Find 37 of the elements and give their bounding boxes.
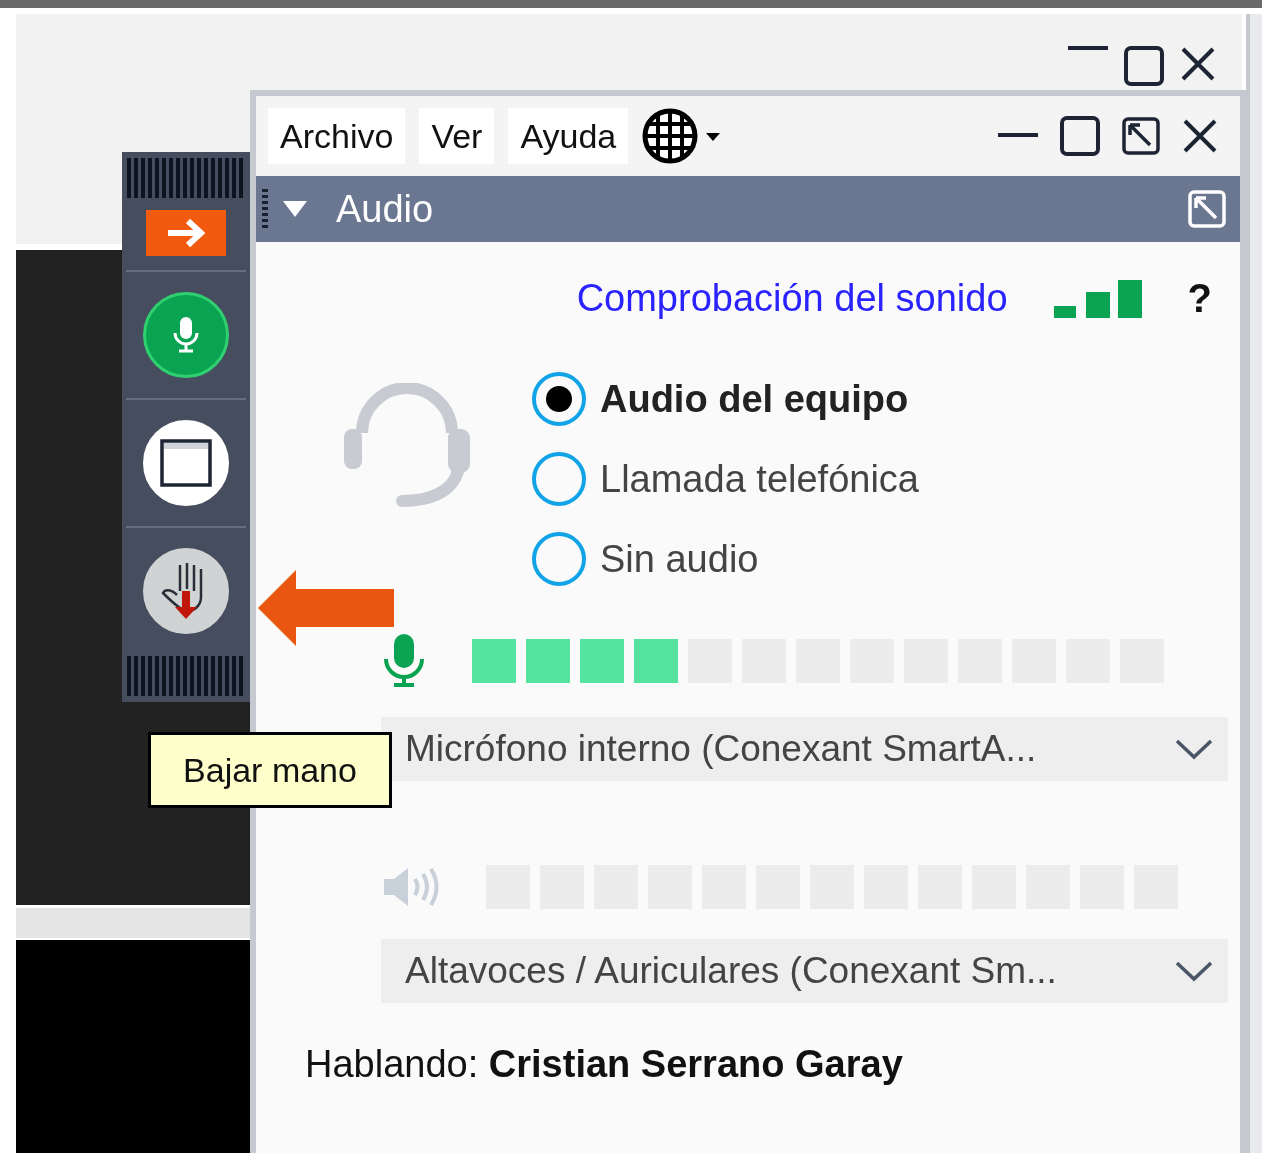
microphone-dropdown[interactable]: Micrófono interno (Conexant SmartA... [381, 717, 1228, 781]
signal-bars-icon [1053, 279, 1142, 318]
microphone-icon [171, 315, 201, 355]
grip-handle[interactable] [127, 656, 245, 696]
radio-button[interactable] [532, 372, 586, 426]
speaking-status: Hablando: Cristian Serrano Garay [304, 1042, 904, 1086]
speaker-dropdown[interactable]: Altavoces / Auriculares (Conexant Sm... [381, 939, 1228, 1003]
radio-button[interactable] [532, 532, 586, 586]
window-icon [160, 439, 212, 487]
radio-label: Audio del equipo [600, 377, 909, 421]
caret-down-icon [282, 200, 308, 218]
close-icon[interactable] [1180, 46, 1216, 82]
section-header[interactable]: Audio [256, 176, 1240, 242]
chevron-down-icon [1174, 738, 1214, 760]
menu-item[interactable]: Archivo [268, 108, 406, 164]
close-icon[interactable] [1182, 118, 1218, 154]
radio-label: Llamada telefónica [600, 457, 919, 501]
help-icon[interactable]: ? [1187, 276, 1212, 321]
microphone-icon [382, 633, 426, 689]
menu-item[interactable]: Ayuda [508, 108, 629, 164]
popout-icon[interactable] [1122, 117, 1160, 155]
speaker-icon [382, 865, 440, 909]
radio-label: Sin audio [600, 537, 759, 581]
menu-item[interactable]: Ver [419, 108, 495, 164]
headset-icon [342, 383, 472, 509]
sound-check-link[interactable]: Comprobación del sonido [576, 277, 1008, 320]
maximize-icon[interactable] [1060, 116, 1100, 156]
minimize-icon[interactable] [1068, 46, 1108, 52]
arrow-right-icon [166, 217, 206, 249]
minimize-icon[interactable] [998, 133, 1038, 139]
section-title: Audio [336, 187, 434, 231]
radio-button[interactable] [532, 452, 586, 506]
chevron-down-icon [1174, 960, 1214, 982]
tooltip: Bajar mano [148, 732, 392, 808]
grip-handle[interactable] [127, 158, 245, 198]
arrow-button[interactable] [146, 210, 226, 256]
maximize-icon[interactable] [1124, 46, 1164, 86]
